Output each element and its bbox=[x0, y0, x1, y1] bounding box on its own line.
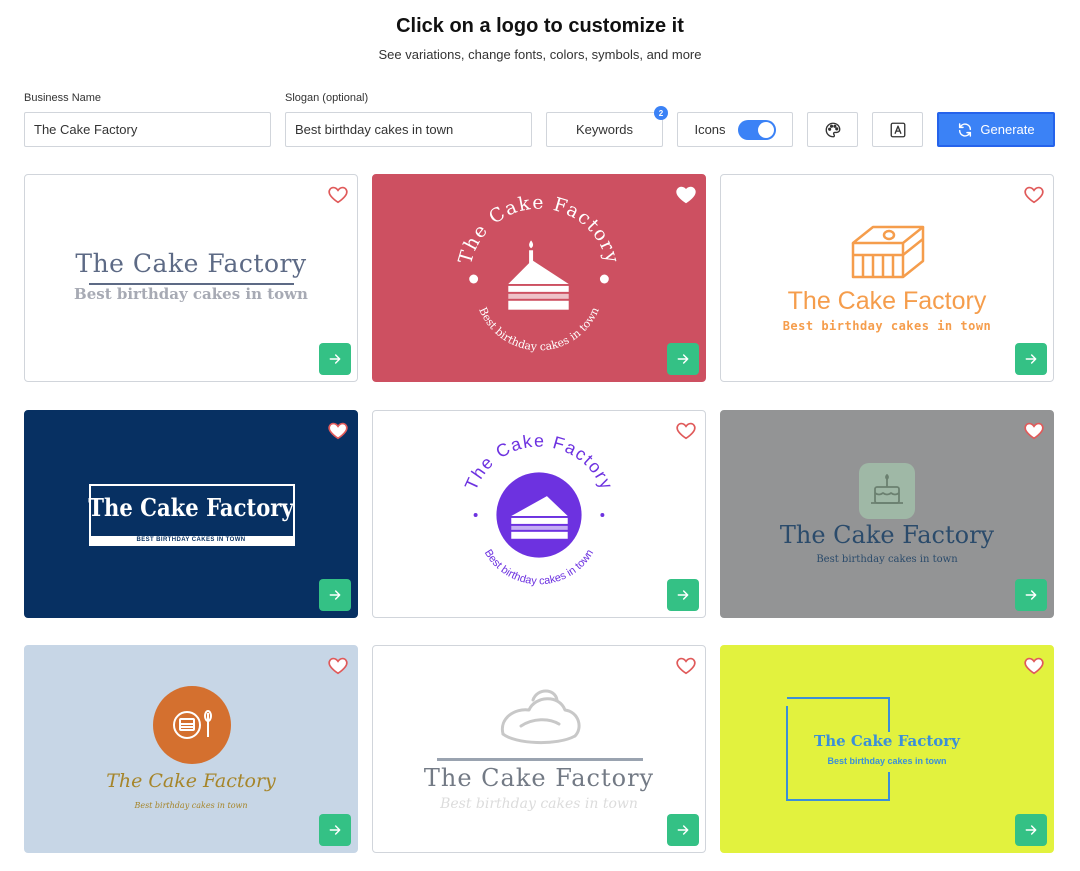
logo-slogan: Best birthday cakes in town bbox=[816, 554, 958, 565]
logo-preview: The Cake Factory Best birthday cakes in … bbox=[25, 175, 357, 381]
page-title: Click on a logo to customize it bbox=[396, 15, 684, 37]
customize-button[interactable] bbox=[319, 579, 351, 611]
logo-preview: The Cake Factory Best birthday cakes in … bbox=[461, 431, 616, 588]
heart-icon[interactable] bbox=[327, 654, 349, 676]
business-name-label: Business Name bbox=[24, 92, 102, 104]
arrow-right-icon bbox=[329, 590, 341, 600]
slogan-input[interactable] bbox=[285, 112, 532, 147]
logo-slogan: BEST BIRTHDAY CAKES IN TOWN bbox=[136, 537, 246, 543]
arrow-right-icon bbox=[677, 590, 689, 600]
heart-icon[interactable] bbox=[675, 419, 697, 441]
logo-card-1[interactable]: The Cake Factory Best birthday cakes in … bbox=[24, 174, 358, 382]
logo-card-9[interactable]: The Cake Factory Best birthday cakes in … bbox=[720, 645, 1054, 853]
logo-card-7[interactable]: The Cake Factory Best birthday cakes in … bbox=[24, 645, 358, 853]
generate-label: Generate bbox=[980, 122, 1035, 137]
customize-button[interactable] bbox=[1015, 814, 1047, 846]
slogan-label: Slogan (optional) bbox=[285, 92, 369, 104]
logo-card-4[interactable]: The Cake Factory BEST BIRTHDAY CAKES IN … bbox=[24, 410, 358, 618]
icons-label: Icons bbox=[694, 122, 726, 137]
logo-card-8[interactable]: The Cake Factory Best birthday cakes in … bbox=[372, 645, 706, 853]
logo-name: The Cake Factory bbox=[423, 764, 655, 792]
cream-puff-icon bbox=[500, 689, 581, 745]
heart-icon[interactable] bbox=[1023, 654, 1045, 676]
color-palette-button[interactable] bbox=[807, 112, 858, 147]
icons-toggle-switch[interactable] bbox=[737, 119, 776, 140]
customize-button[interactable] bbox=[667, 579, 699, 611]
logo-slogan: Best birthday cakes in town bbox=[782, 319, 992, 333]
icon-circle bbox=[153, 686, 231, 764]
font-letter-icon bbox=[890, 122, 905, 137]
page-header: Click on a logo to customize it See vari… bbox=[0, 12, 1080, 64]
logo-name: The Cake Factory bbox=[779, 521, 995, 549]
birthday-cake-icon bbox=[871, 474, 903, 504]
customize-button[interactable] bbox=[319, 814, 351, 846]
cake-slice-candle-icon bbox=[508, 240, 569, 310]
square-frame-icon bbox=[786, 697, 890, 801]
heart-icon[interactable] bbox=[675, 183, 697, 205]
logo-slogan: Best birthday cakes in town bbox=[440, 796, 638, 812]
logo-preview: The Cake Factory Best birthday cakes in … bbox=[455, 193, 623, 354]
svg-text:The Cake Factory: The Cake Factory bbox=[455, 193, 623, 267]
business-name-input[interactable] bbox=[24, 112, 271, 147]
arrow-right-icon bbox=[1025, 590, 1037, 600]
refresh-icon bbox=[959, 122, 972, 137]
logo-name: The Cake Factory bbox=[88, 493, 294, 522]
customize-button[interactable] bbox=[319, 343, 351, 375]
heart-icon[interactable] bbox=[1023, 183, 1045, 205]
logo-name: The Cake Factory bbox=[814, 732, 960, 750]
logo-card-6[interactable]: The Cake Factory Best birthday cakes in … bbox=[720, 410, 1054, 618]
customize-button[interactable] bbox=[1015, 343, 1047, 375]
arrow-right-icon bbox=[1025, 825, 1037, 835]
customize-button[interactable] bbox=[667, 814, 699, 846]
palette-icon bbox=[825, 122, 840, 137]
page-subtitle: See variations, change fonts, colors, sy… bbox=[378, 47, 702, 62]
logo-name: The Cake Factory bbox=[106, 770, 276, 792]
keywords-count-badge: 2 bbox=[654, 106, 668, 120]
keywords-label: Keywords bbox=[575, 122, 634, 137]
generate-button[interactable]: Generate bbox=[937, 112, 1055, 147]
cake-box-icon bbox=[851, 225, 925, 279]
logo-slogan: Best birthday cakes in town bbox=[74, 285, 308, 303]
logo-name: The Cake Factory bbox=[75, 249, 307, 278]
logo-card-5[interactable]: The Cake Factory Best birthday cakes in … bbox=[372, 410, 706, 618]
arrow-right-icon bbox=[677, 354, 689, 364]
logo-card-2[interactable]: The Cake Factory Best birthday cakes in … bbox=[372, 174, 706, 382]
arrow-right-icon bbox=[329, 354, 341, 364]
font-button[interactable] bbox=[872, 112, 923, 147]
arrow-right-icon bbox=[329, 825, 341, 835]
logo-name: The Cake Factory bbox=[455, 193, 621, 267]
heart-icon[interactable] bbox=[327, 183, 349, 205]
keywords-button[interactable]: Keywords 2 bbox=[546, 106, 668, 147]
arrow-right-icon bbox=[1025, 354, 1037, 364]
customize-button[interactable] bbox=[1015, 579, 1047, 611]
heart-icon[interactable] bbox=[1023, 419, 1045, 441]
heart-icon[interactable] bbox=[327, 419, 349, 441]
logo-name: The Cake Factory bbox=[787, 287, 987, 315]
logo-card-3[interactable]: The Cake Factory Best birthday cakes in … bbox=[720, 174, 1054, 382]
logo-slogan: Best birthday cakes in town bbox=[827, 756, 947, 766]
logo-slogan: Best birthday cakes in town bbox=[134, 801, 248, 810]
logo-divider bbox=[437, 758, 643, 761]
arrow-right-icon bbox=[677, 825, 689, 835]
icon-tile bbox=[859, 463, 915, 519]
svg-text:Best birthday cakes in town: Best birthday cakes in town bbox=[476, 305, 602, 353]
logo-options-toolbar: Business Name Slogan (optional) Keywords… bbox=[24, 92, 1056, 148]
icons-toggle-button[interactable]: Icons bbox=[677, 112, 793, 147]
cake-plate-icon bbox=[173, 710, 212, 739]
heart-icon[interactable] bbox=[675, 654, 697, 676]
logo-slogan: Best birthday cakes in town bbox=[476, 305, 602, 353]
customize-button[interactable] bbox=[667, 343, 699, 375]
